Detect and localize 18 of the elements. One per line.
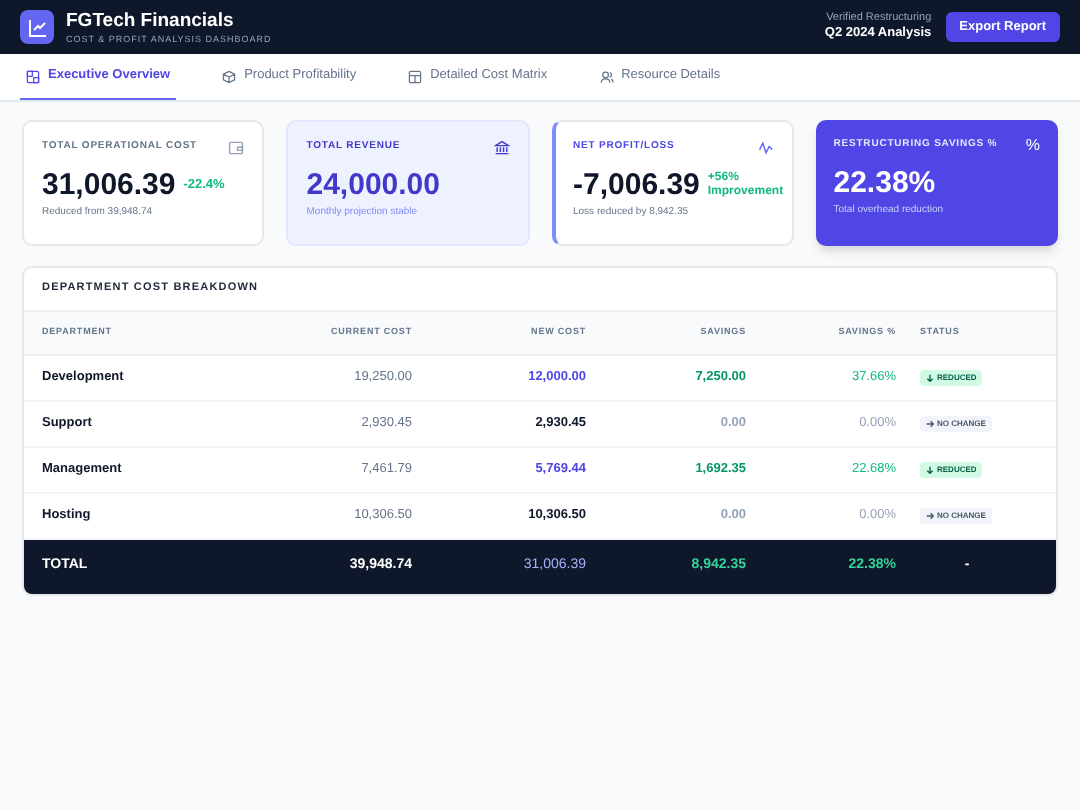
app-title: FGTech Financials [66,9,236,31]
bank-icon [493,140,509,156]
wallet-icon [228,140,245,156]
card-value: 31,006.39 [42,168,176,202]
right-arrow-icon [926,420,934,428]
card-value: 24,000.00 [306,168,440,202]
users-icon [599,69,614,83]
down-arrow-icon [926,374,934,382]
table-icon [408,69,423,83]
card-value: -7,006.39 [573,168,700,202]
card-value: 22.38% [833,166,936,200]
pulse-icon [757,140,774,156]
percent-icon: % [1025,138,1040,154]
right-arrow-icon [926,512,934,520]
chart-logo-icon [20,10,54,44]
cube-icon [222,69,237,83]
grid-icon [26,69,40,83]
down-arrow-icon [926,466,934,474]
